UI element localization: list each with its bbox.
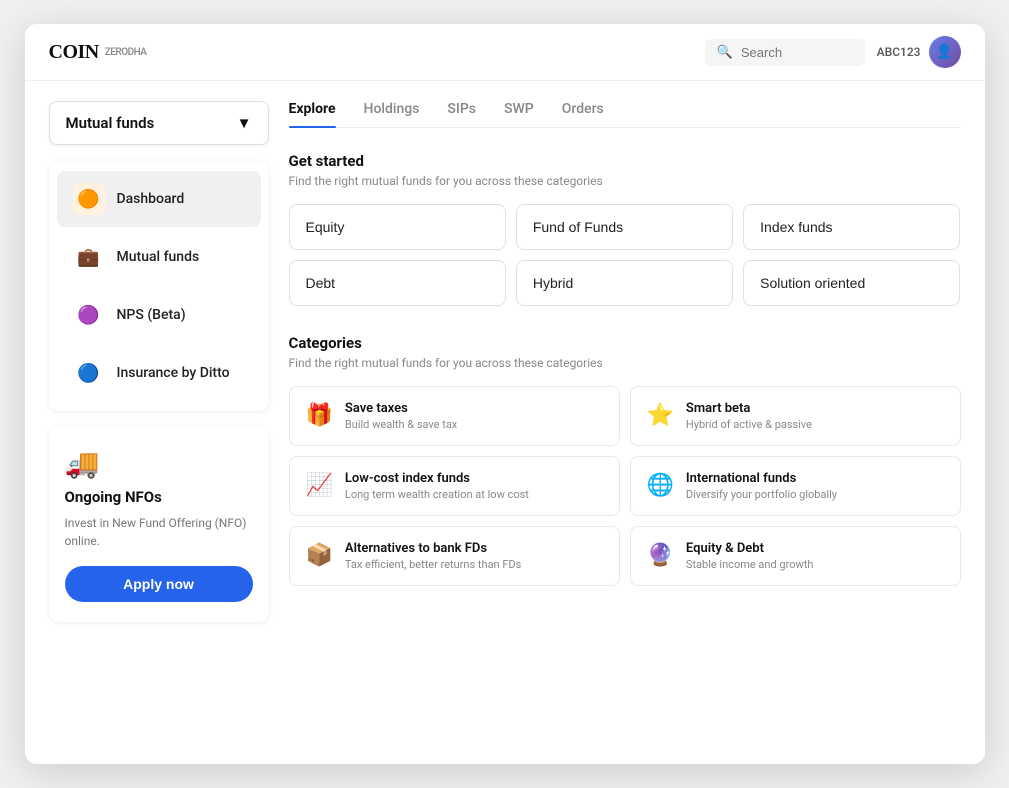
smart-beta-title: Smart beta — [686, 401, 812, 416]
international-title: International funds — [686, 471, 837, 486]
alternatives-fd-desc: Tax efficient, better returns than FDs — [345, 558, 521, 571]
international-icon: 🌐 — [647, 473, 674, 498]
search-icon: 🔍 — [717, 45, 733, 60]
mutual-funds-dropdown[interactable]: Mutual funds ▼ — [49, 101, 269, 145]
fund-type-debt[interactable]: Debt — [289, 260, 506, 306]
nav-card: 🟠 Dashboard 💼 Mutual funds 🟣 NPS (Beta) … — [49, 161, 269, 411]
sidebar-item-dashboard-label: Dashboard — [117, 191, 185, 207]
equity-debt-desc: Stable income and growth — [686, 558, 814, 571]
save-taxes-info: Save taxes Build wealth & save tax — [345, 401, 457, 431]
equity-debt-icon: 🔮 — [647, 543, 674, 568]
content-area: Explore Holdings SIPs SWP Orders Get sta… — [289, 101, 961, 744]
save-taxes-title: Save taxes — [345, 401, 457, 416]
category-smart-beta[interactable]: ⭐ Smart beta Hybrid of active & passive — [630, 386, 961, 446]
user-id: ABC123 — [877, 45, 921, 59]
save-taxes-icon: 🎁 — [306, 403, 333, 428]
category-international[interactable]: 🌐 International funds Diversify your por… — [630, 456, 961, 516]
dashboard-icon: 🟠 — [73, 183, 105, 215]
logo: COIN ZERODHA — [49, 41, 147, 64]
categories-title: Categories — [289, 334, 961, 352]
fund-type-solution-oriented[interactable]: Solution oriented — [743, 260, 960, 306]
nfo-card: 🚚 Ongoing NFOs Invest in New Fund Offeri… — [49, 427, 269, 622]
header-right: 🔍 ABC123 👤 — [705, 36, 961, 68]
international-desc: Diversify your portfolio globally — [686, 488, 837, 501]
tab-explore[interactable]: Explore — [289, 101, 336, 127]
apply-now-button[interactable]: Apply now — [65, 566, 253, 602]
get-started-desc: Find the right mutual funds for you acro… — [289, 174, 961, 188]
dropdown-label: Mutual funds — [66, 114, 155, 132]
sidebar-item-mutual-funds-label: Mutual funds — [117, 249, 200, 265]
nfo-title: Ongoing NFOs — [65, 488, 253, 506]
search-box[interactable]: 🔍 — [705, 39, 865, 66]
low-cost-index-title: Low-cost index funds — [345, 471, 529, 486]
user-info: ABC123 👤 — [877, 36, 961, 68]
search-input[interactable] — [741, 45, 853, 60]
sidebar: Mutual funds ▼ 🟠 Dashboard 💼 Mutual fund… — [49, 101, 269, 744]
tab-swp[interactable]: SWP — [504, 101, 534, 127]
truck-icon: 🚚 — [65, 447, 253, 480]
alternatives-fd-title: Alternatives to bank FDs — [345, 541, 521, 556]
category-low-cost-index[interactable]: 📈 Low-cost index funds Long term wealth … — [289, 456, 620, 516]
low-cost-index-info: Low-cost index funds Long term wealth cr… — [345, 471, 529, 501]
category-save-taxes[interactable]: 🎁 Save taxes Build wealth & save tax — [289, 386, 620, 446]
fund-type-equity[interactable]: Equity — [289, 204, 506, 250]
sidebar-item-insurance-label: Insurance by Ditto — [117, 365, 230, 381]
sidebar-item-nps[interactable]: 🟣 NPS (Beta) — [57, 287, 261, 343]
smart-beta-icon: ⭐ — [647, 403, 674, 428]
alternatives-fd-info: Alternatives to bank FDs Tax efficient, … — [345, 541, 521, 571]
sidebar-item-insurance[interactable]: 🔵 Insurance by Ditto — [57, 345, 261, 401]
tab-sips[interactable]: SIPs — [447, 101, 476, 127]
header: COIN ZERODHA 🔍 ABC123 👤 — [25, 24, 985, 81]
chevron-down-icon: ▼ — [237, 114, 252, 132]
equity-debt-title: Equity & Debt — [686, 541, 814, 556]
category-equity-debt[interactable]: 🔮 Equity & Debt Stable income and growth — [630, 526, 961, 586]
nfo-desc: Invest in New Fund Offering (NFO) online… — [65, 514, 253, 550]
main-layout: Mutual funds ▼ 🟠 Dashboard 💼 Mutual fund… — [25, 81, 985, 764]
sidebar-item-mutual-funds[interactable]: 💼 Mutual funds — [57, 229, 261, 285]
fund-type-fund-of-funds[interactable]: Fund of Funds — [516, 204, 733, 250]
smart-beta-info: Smart beta Hybrid of active & passive — [686, 401, 812, 431]
equity-debt-info: Equity & Debt Stable income and growth — [686, 541, 814, 571]
fund-type-index-funds[interactable]: Index funds — [743, 204, 960, 250]
smart-beta-desc: Hybrid of active & passive — [686, 418, 812, 431]
logo-zerodha-text: ZERODHA — [105, 47, 147, 58]
fund-type-grid: Equity Fund of Funds Index funds Debt Hy… — [289, 204, 961, 306]
tab-holdings[interactable]: Holdings — [364, 101, 420, 127]
international-info: International funds Diversify your portf… — [686, 471, 837, 501]
tab-orders[interactable]: Orders — [562, 101, 604, 127]
main-window: COIN ZERODHA 🔍 ABC123 👤 Mutual funds ▼ — [25, 24, 985, 764]
sidebar-item-nps-label: NPS (Beta) — [117, 307, 186, 323]
categories-desc: Find the right mutual funds for you acro… — [289, 356, 961, 370]
low-cost-index-desc: Long term wealth creation at low cost — [345, 488, 529, 501]
mutual-funds-icon: 💼 — [73, 241, 105, 273]
low-cost-index-icon: 📈 — [306, 473, 333, 498]
category-alternatives-fd[interactable]: 📦 Alternatives to bank FDs Tax efficient… — [289, 526, 620, 586]
tabs: Explore Holdings SIPs SWP Orders — [289, 101, 961, 128]
sidebar-item-dashboard[interactable]: 🟠 Dashboard — [57, 171, 261, 227]
fund-type-hybrid[interactable]: Hybrid — [516, 260, 733, 306]
nps-icon: 🟣 — [73, 299, 105, 331]
categories-grid: 🎁 Save taxes Build wealth & save tax ⭐ S… — [289, 386, 961, 586]
logo-coin-text: COIN — [49, 41, 99, 64]
alternatives-fd-icon: 📦 — [306, 543, 333, 568]
avatar[interactable]: 👤 — [929, 36, 961, 68]
get-started-title: Get started — [289, 152, 961, 170]
insurance-icon: 🔵 — [73, 357, 105, 389]
save-taxes-desc: Build wealth & save tax — [345, 418, 457, 431]
